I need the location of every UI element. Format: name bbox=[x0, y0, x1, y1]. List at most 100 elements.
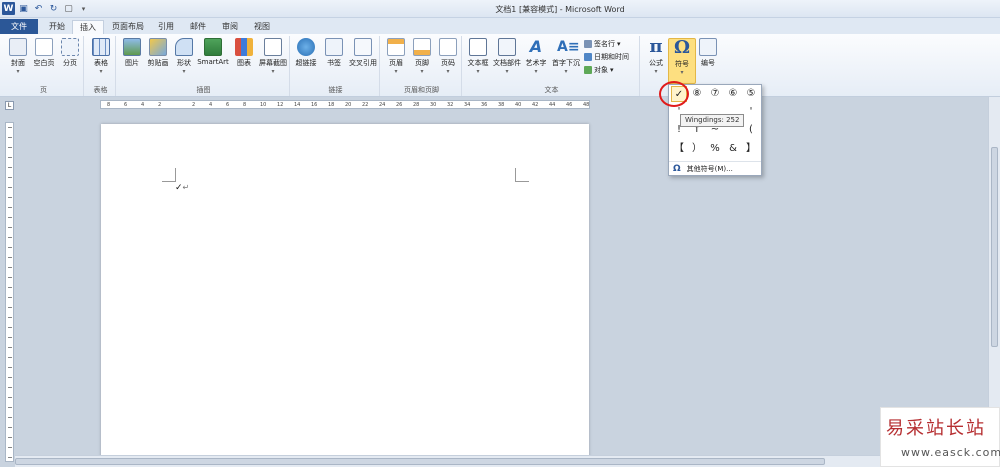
screenshot-button[interactable]: 屏幕截图 ▾ bbox=[256, 38, 290, 75]
ruler-tick bbox=[8, 217, 12, 218]
ruler-tick: 30 bbox=[430, 102, 437, 108]
ruler-tick bbox=[8, 167, 12, 168]
horizontal-ruler[interactable]: 8 6 4 2 2 4 6 8 10 12 14 16 18 20 22 24 26 28 30 32 34 36 38 40… bbox=[100, 100, 590, 109]
window-title: 文档1 [兼容模式] - Microsoft Word bbox=[495, 5, 625, 14]
ruler-tick bbox=[8, 127, 12, 128]
tab-insert[interactable]: 插入 bbox=[72, 20, 104, 34]
number-icon bbox=[699, 38, 717, 56]
textbox-button[interactable]: 文本框 ▾ bbox=[464, 38, 492, 75]
symbol-cell[interactable]: ' bbox=[743, 104, 759, 120]
shapes-icon bbox=[175, 38, 193, 56]
picture-button[interactable]: 图片 bbox=[118, 38, 146, 68]
blank-page-button[interactable]: 空白页 bbox=[30, 38, 58, 68]
hyperlink-button[interactable]: 超链接 bbox=[292, 38, 320, 68]
vertical-scroll-thumb[interactable] bbox=[991, 147, 998, 347]
watermark-text: 易采站长站 bbox=[886, 418, 986, 439]
header-button[interactable]: 页眉 ▾ bbox=[382, 38, 410, 75]
table-icon bbox=[92, 38, 110, 56]
pi-icon: π bbox=[649, 36, 663, 57]
annotation-red-circle bbox=[659, 81, 689, 107]
smartart-button[interactable]: SmartArt bbox=[196, 38, 230, 66]
shapes-button[interactable]: 形状 ▾ bbox=[170, 38, 198, 75]
ruler-tick bbox=[8, 397, 12, 398]
ruler-tick bbox=[8, 257, 12, 258]
ruler-toggle[interactable]: L bbox=[5, 101, 14, 110]
date-time-button[interactable]: 日期和时间 bbox=[584, 52, 629, 62]
clipart-button[interactable]: 剪贴画 bbox=[144, 38, 172, 68]
signature-line-button[interactable]: 签名行 ▾ bbox=[584, 39, 621, 49]
drop-cap-button[interactable]: A≡ 首字下沉 ▾ bbox=[550, 38, 582, 75]
symbol-cell[interactable]: ） bbox=[689, 141, 705, 157]
ruler-tick: 44 bbox=[549, 102, 556, 108]
group-label-tables: 表格 bbox=[93, 86, 108, 94]
paragraph-mark: ↵ bbox=[182, 183, 190, 192]
screenshot-icon bbox=[264, 38, 282, 56]
symbol-cell[interactable]: ( bbox=[743, 122, 759, 138]
ruler-tick bbox=[8, 367, 12, 368]
quick-parts-button[interactable]: 文档部件 ▾ bbox=[492, 38, 522, 75]
equation-button[interactable]: π 公式 ▾ bbox=[642, 36, 670, 76]
group-label-links: 链接 bbox=[328, 86, 343, 94]
chart-button[interactable]: 图表 bbox=[230, 38, 258, 68]
symbol-button[interactable]: Ω 符号 ▾ bbox=[668, 38, 696, 84]
ruler-tick: 14 bbox=[294, 102, 301, 108]
tab-mailings[interactable]: 邮件 bbox=[184, 20, 212, 34]
wordart-button[interactable]: A 艺术字 ▾ bbox=[522, 37, 550, 76]
wordart-icon: A bbox=[529, 37, 543, 56]
quick-parts-icon bbox=[498, 38, 516, 56]
cross-reference-button[interactable]: 交叉引用 bbox=[346, 38, 380, 68]
footer-button[interactable]: 页脚 ▾ bbox=[408, 38, 436, 75]
document-page[interactable]: ✓↵ bbox=[101, 124, 589, 467]
header-icon bbox=[387, 38, 405, 56]
symbol-cell[interactable]: ⑦ bbox=[707, 86, 723, 102]
symbol-cell[interactable]: % bbox=[707, 141, 723, 157]
margin-corner-top-right bbox=[515, 168, 529, 182]
symbol-cell[interactable]: 】 bbox=[743, 141, 759, 157]
omega-icon: Ω bbox=[673, 37, 691, 58]
site-watermark: 易采站长站 www.easck.com bbox=[880, 407, 1000, 467]
bookmark-button[interactable]: 书签 bbox=[320, 38, 348, 68]
vertical-scrollbar[interactable] bbox=[988, 97, 1000, 455]
ruler-tick: 18 bbox=[328, 102, 335, 108]
tab-home[interactable]: 开始 bbox=[42, 20, 72, 34]
object-button[interactable]: 对象 ▾ bbox=[584, 65, 614, 75]
ruler-tick: 36 bbox=[481, 102, 488, 108]
ribbon: 封面 ▾ 空白页 分页 页 表格 ▾ 表格 图片 剪贴画 形状 ▾ SmartA… bbox=[0, 34, 1000, 97]
symbol-cell[interactable]: 【 bbox=[671, 141, 687, 157]
horizontal-scrollbar[interactable] bbox=[15, 455, 988, 467]
page-number-button[interactable]: 页码 ▾ bbox=[434, 38, 462, 75]
horizontal-scroll-thumb[interactable] bbox=[15, 458, 825, 465]
number-button[interactable]: 编号 bbox=[694, 38, 722, 68]
symbol-cell[interactable]: ⑤ bbox=[743, 86, 759, 102]
inserted-checkmark: ✓ bbox=[175, 183, 183, 193]
table-button[interactable]: 表格 ▾ bbox=[87, 38, 115, 75]
ruler-tick bbox=[8, 377, 12, 378]
more-symbols-menu-item[interactable]: Ω 其他符号(M)... bbox=[669, 161, 761, 175]
tab-view[interactable]: 视图 bbox=[248, 20, 276, 34]
ribbon-tabs: 文件 开始 插入 页面布局 引用 邮件 审阅 视图 bbox=[0, 18, 1000, 34]
vertical-ruler[interactable] bbox=[5, 122, 14, 462]
page-break-button[interactable]: 分页 bbox=[56, 38, 84, 68]
ruler-tick: 22 bbox=[362, 102, 369, 108]
clipart-icon bbox=[149, 38, 167, 56]
ruler-tick bbox=[8, 357, 12, 358]
tab-file[interactable]: 文件 bbox=[0, 19, 38, 34]
group-text: 文本框 ▾ 文档部件 ▾ A 艺术字 ▾ A≡ 首字下沉 ▾ 签名行 ▾ 日期和时间 对象… bbox=[464, 36, 640, 96]
date-time-icon bbox=[584, 53, 592, 61]
ruler-tick bbox=[8, 137, 12, 138]
tab-review[interactable]: 审阅 bbox=[216, 20, 244, 34]
ruler-tick bbox=[8, 307, 12, 308]
ruler-tick bbox=[8, 327, 12, 328]
ruler-tick: 20 bbox=[345, 102, 352, 108]
ruler-tick bbox=[8, 237, 12, 238]
bookmark-icon bbox=[325, 38, 343, 56]
tab-page-layout[interactable]: 页面布局 bbox=[106, 20, 150, 34]
cover-button[interactable]: 封面 ▾ bbox=[4, 38, 32, 75]
ruler-tick bbox=[8, 147, 12, 148]
document-body-text[interactable]: ✓↵ bbox=[175, 183, 189, 193]
symbol-cell[interactable]: & bbox=[725, 141, 741, 157]
symbol-cell[interactable]: ⑥ bbox=[725, 86, 741, 102]
tab-references[interactable]: 引用 bbox=[152, 20, 180, 34]
cross-reference-icon bbox=[354, 38, 372, 56]
symbol-cell[interactable]: ⑧ bbox=[689, 86, 705, 102]
